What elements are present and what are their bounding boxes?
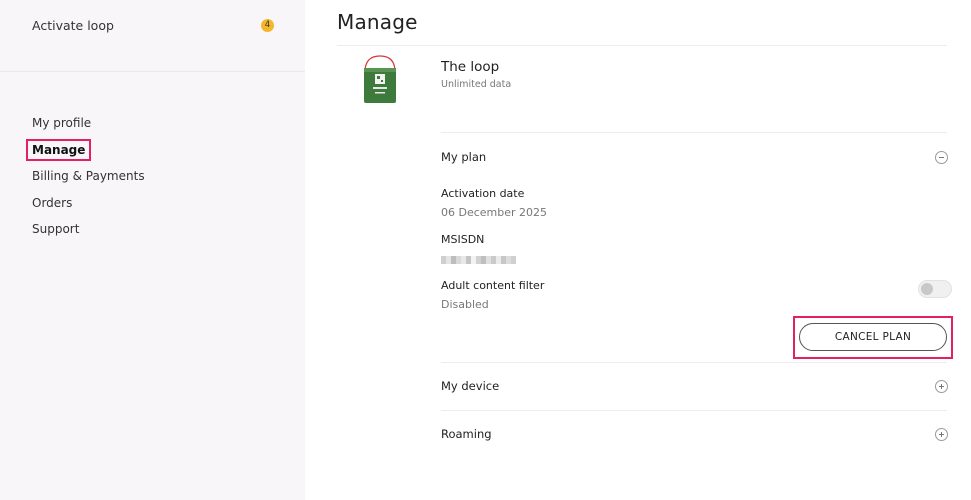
toggle-knob bbox=[921, 283, 933, 295]
expand-plus-icon[interactable] bbox=[935, 427, 948, 441]
cancel-plan-button[interactable]: CANCEL PLAN bbox=[799, 323, 947, 351]
divider bbox=[441, 410, 947, 411]
msisdn-label: MSISDN bbox=[441, 233, 485, 246]
activate-loop-item[interactable]: Activate loop 4 bbox=[32, 14, 274, 36]
expand-plus-icon[interactable] bbox=[935, 379, 948, 393]
my-plan-title: My plan bbox=[441, 150, 487, 164]
activation-date-value: 06 December 2025 bbox=[441, 206, 548, 219]
activate-loop-label: Activate loop bbox=[32, 17, 114, 33]
sidebar: Activate loop 4 My profile Manage Billin… bbox=[0, 0, 305, 500]
divider bbox=[441, 362, 947, 363]
sidebar-item-support[interactable]: Support bbox=[26, 216, 151, 243]
product-subtitle: Unlimited data bbox=[441, 79, 512, 90]
my-device-title: My device bbox=[441, 379, 500, 393]
divider bbox=[337, 45, 947, 46]
my-device-header[interactable]: My device bbox=[441, 376, 948, 396]
page-title: Manage bbox=[337, 10, 418, 34]
sidebar-item-manage[interactable]: Manage bbox=[26, 137, 151, 164]
sidebar-item-my-profile[interactable]: My profile bbox=[26, 110, 151, 137]
sidebar-nav: My profile Manage Billing & Payments Ord… bbox=[26, 110, 151, 243]
sidebar-item-orders[interactable]: Orders bbox=[26, 190, 151, 217]
adult-content-filter-toggle[interactable] bbox=[918, 280, 952, 298]
my-plan-header[interactable]: My plan bbox=[441, 147, 948, 167]
collapse-minus-icon[interactable] bbox=[935, 150, 948, 164]
adult-content-filter-value: Disabled bbox=[441, 298, 489, 311]
adult-content-filter-label: Adult content filter bbox=[441, 279, 545, 292]
msisdn-redacted-value bbox=[441, 256, 517, 264]
router-device-icon bbox=[364, 55, 396, 103]
roaming-title: Roaming bbox=[441, 427, 492, 441]
notification-badge: 4 bbox=[261, 18, 274, 32]
roaming-header[interactable]: Roaming bbox=[441, 424, 948, 444]
product-name: The loop bbox=[441, 59, 500, 75]
sidebar-item-manage-label: Manage bbox=[26, 138, 92, 161]
activation-date-label: Activation date bbox=[441, 187, 525, 200]
sidebar-divider bbox=[0, 71, 305, 72]
sidebar-item-billing-payments[interactable]: Billing & Payments bbox=[26, 163, 151, 190]
divider bbox=[441, 132, 947, 133]
